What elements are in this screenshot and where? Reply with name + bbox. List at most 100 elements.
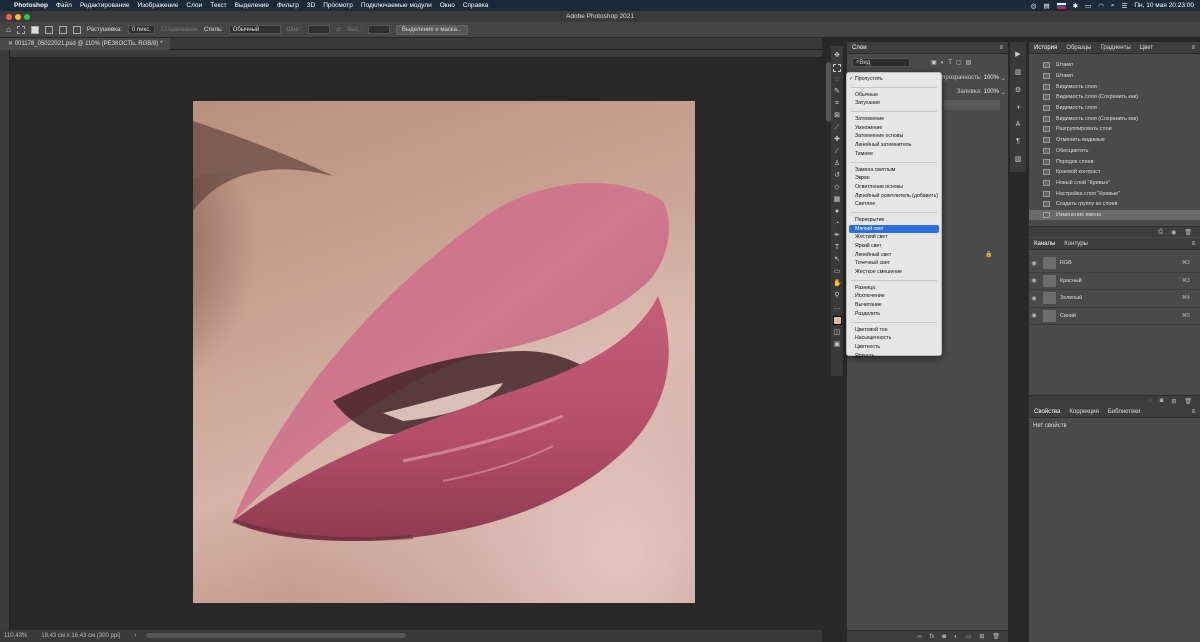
style-select[interactable]: Обычный: [228, 25, 281, 34]
play-icon[interactable]: ▶: [1015, 50, 1020, 58]
character-icon[interactable]: A: [1016, 121, 1021, 128]
eyedropper-tool-icon[interactable]: ⟋: [833, 124, 841, 132]
tab-color[interactable]: Цвет: [1140, 45, 1153, 51]
type-tool-icon[interactable]: T: [833, 244, 841, 252]
filter-shape-icon[interactable]: ▢: [956, 59, 962, 66]
panel-menu-icon[interactable]: ≡: [999, 45, 1003, 51]
history-item[interactable]: Видимость слоя: [1029, 81, 1200, 92]
battery-icon[interactable]: ▭: [1085, 2, 1091, 10]
blend-mode-option[interactable]: Обычные: [847, 91, 941, 100]
history-item[interactable]: Создать группу из слоев: [1029, 199, 1200, 210]
adjustments-icon[interactable]: ◑: [1016, 104, 1020, 111]
menu-select[interactable]: Выделение: [235, 2, 269, 9]
close-window-button[interactable]: [6, 14, 12, 20]
history-item[interactable]: Порядок слоев: [1029, 156, 1200, 167]
bluetooth-icon[interactable]: ✱: [1073, 2, 1078, 10]
blur-tool-icon[interactable]: ●: [833, 208, 841, 216]
brush-tool-icon[interactable]: ∕: [833, 148, 841, 156]
menu-edit[interactable]: Редактирование: [80, 2, 130, 9]
status-chevron-icon[interactable]: ›: [135, 633, 137, 639]
delete-state-icon[interactable]: 🗑: [1184, 229, 1192, 236]
histogram-icon[interactable]: ▥: [1015, 68, 1022, 76]
marquee-preset-icon[interactable]: [16, 25, 25, 34]
close-tab-icon[interactable]: ✕: [8, 41, 15, 47]
blend-mode-option[interactable]: Затемнение: [847, 115, 941, 124]
eye-icon[interactable]: ◉: [1029, 277, 1039, 284]
blend-mode-option[interactable]: Точечный свет: [847, 259, 941, 268]
filter-pixel-icon[interactable]: ▣: [931, 59, 937, 66]
gradient-tool-icon[interactable]: ▦: [833, 196, 841, 204]
history-item[interactable]: Новый слой "Кривые": [1029, 178, 1200, 189]
zoom-tool-icon[interactable]: ⚲: [833, 292, 841, 300]
zoom-window-button[interactable]: [24, 14, 30, 20]
tab-adjustments[interactable]: Коррекция: [1069, 409, 1099, 415]
eye-icon[interactable]: ◉: [1029, 312, 1039, 319]
document-image[interactable]: [193, 101, 695, 603]
width-input[interactable]: [308, 25, 331, 34]
lasso-tool-icon[interactable]: ◌: [833, 76, 841, 84]
filter-adjustment-icon[interactable]: ◐: [941, 60, 945, 66]
blend-mode-option[interactable]: Разделить: [847, 310, 941, 319]
snapshot-icon[interactable]: ⎙: [1158, 229, 1163, 236]
filter-type-icon[interactable]: T: [948, 60, 952, 66]
tab-properties[interactable]: Свойства: [1034, 409, 1060, 415]
quick-mask-icon[interactable]: ◫: [833, 329, 841, 337]
app-menu[interactable]: Photoshop: [14, 2, 48, 9]
minimize-window-button[interactable]: [15, 14, 21, 20]
save-selection-icon[interactable]: ◙: [1160, 398, 1164, 404]
camera-icon[interactable]: ◉: [1171, 229, 1176, 236]
subtract-selection-icon[interactable]: [58, 25, 67, 34]
blend-mode-option[interactable]: Темнее: [847, 150, 941, 159]
history-item[interactable]: Краевой контраст: [1029, 167, 1200, 178]
horizontal-scrollbar[interactable]: [146, 633, 406, 638]
new-selection-icon[interactable]: [30, 25, 39, 34]
blend-mode-dropdown[interactable]: Пропустить ОбычныеЗатухание ЗатемнениеУмно…: [846, 72, 942, 359]
tab-gradients[interactable]: Градиенты: [1101, 45, 1131, 51]
blend-mode-option[interactable]: Линейный затемнитель: [847, 141, 941, 150]
creative-cloud-icon[interactable]: ◎: [1031, 2, 1037, 10]
healing-tool-icon[interactable]: ✚: [833, 136, 841, 144]
panel-menu-icon[interactable]: ≡: [1191, 241, 1195, 247]
blend-mode-option[interactable]: Цветность: [847, 343, 941, 352]
menu-layers[interactable]: Слои: [186, 2, 202, 9]
history-item[interactable]: Отменить видимые: [1029, 135, 1200, 146]
foreground-color-swatch[interactable]: [832, 316, 842, 325]
eye-icon[interactable]: ◉: [1029, 295, 1039, 302]
fx-icon[interactable]: fx: [930, 634, 935, 640]
tab-swatches[interactable]: Образцы: [1066, 45, 1091, 51]
path-select-tool-icon[interactable]: ↖: [833, 256, 841, 264]
delete-layer-icon[interactable]: 🗑: [992, 633, 1000, 640]
language-flag-icon[interactable]: [1056, 2, 1066, 9]
blend-mode-option[interactable]: Вычитание: [847, 301, 941, 310]
status-icon[interactable]: ▤: [1043, 2, 1049, 10]
history-item[interactable]: Настройка слоя "Кривые": [1029, 188, 1200, 199]
document-size[interactable]: 18,43 см x 16,43 см (300 ppi): [41, 633, 120, 639]
menu-image[interactable]: Изображение: [137, 2, 178, 9]
blend-mode-option[interactable]: Исключение: [847, 292, 941, 301]
channel-row-green[interactable]: ◉ Зеленый ⌘4: [1029, 290, 1200, 308]
blend-mode-option[interactable]: Разница: [847, 284, 941, 293]
menu-text[interactable]: Текст: [210, 2, 226, 9]
quick-select-tool-icon[interactable]: ✎: [833, 88, 841, 96]
blend-mode-option[interactable]: Жесткий свет: [847, 233, 941, 242]
chevron-down-icon[interactable]: ⌄: [1001, 89, 1006, 96]
add-selection-icon[interactable]: [44, 25, 53, 34]
clock[interactable]: Пн, 10 мая 20:23:00: [1134, 2, 1194, 9]
history-brush-tool-icon[interactable]: ↺: [833, 172, 841, 180]
tab-paths[interactable]: Контуры: [1064, 241, 1088, 247]
more-tools-icon[interactable]: …: [833, 304, 841, 312]
blend-mode-option[interactable]: Яркий свет: [847, 242, 941, 251]
height-input[interactable]: [367, 25, 390, 34]
history-item[interactable]: Обесцветить: [1029, 146, 1200, 157]
horizontal-ruler[interactable]: [10, 50, 822, 58]
zoom-level[interactable]: 110,43%: [4, 633, 27, 639]
layer-row[interactable]: [944, 100, 1000, 110]
hand-tool-icon[interactable]: ✋: [833, 280, 842, 288]
antialias-checkbox[interactable]: Сглаживание: [161, 27, 198, 33]
blend-mode-option[interactable]: Мягкий свет: [849, 224, 939, 234]
tab-channels[interactable]: Каналы: [1034, 241, 1055, 247]
menu-view[interactable]: Просмотр: [323, 2, 353, 9]
blend-mode-option[interactable]: Светлее: [847, 200, 941, 209]
history-item[interactable]: Штамп: [1029, 71, 1200, 82]
tab-history[interactable]: История: [1034, 45, 1057, 51]
